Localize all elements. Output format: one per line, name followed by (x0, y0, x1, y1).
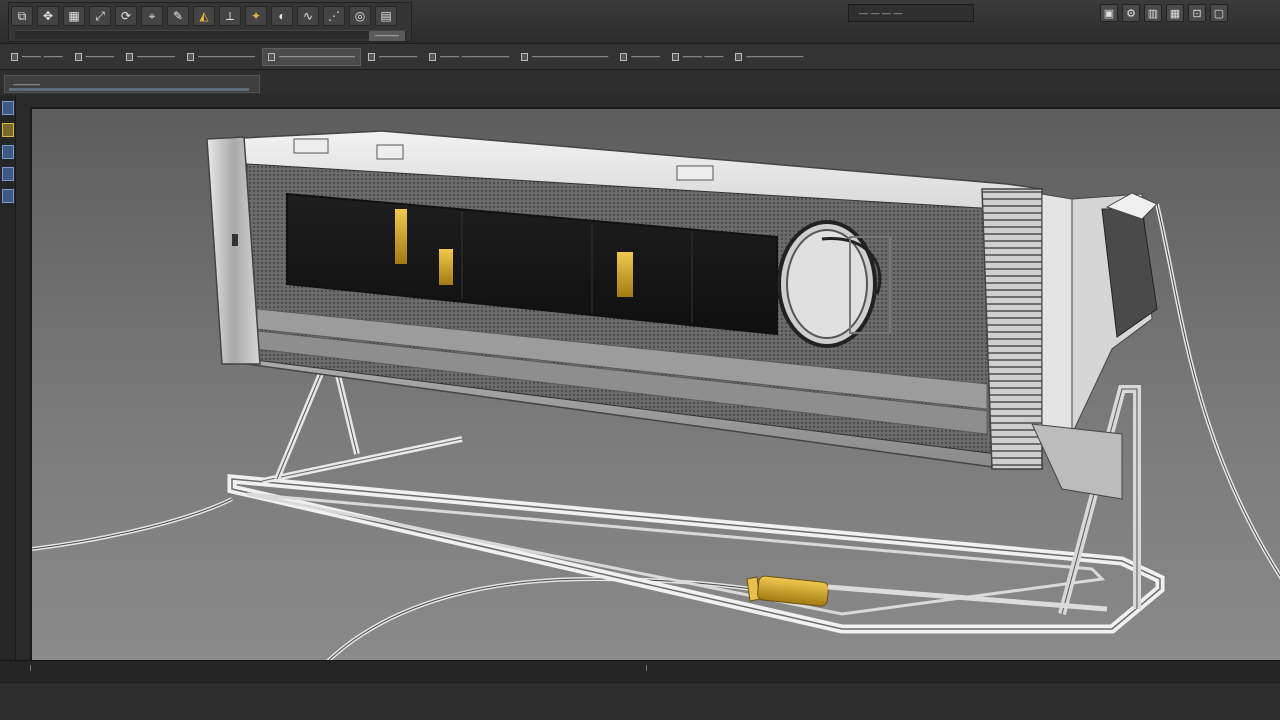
menu-item-label: ———————— (532, 51, 609, 62)
menu-item-icon (620, 52, 628, 61)
menu-item-2[interactable]: ———— (121, 48, 180, 66)
menu-item-icon (671, 52, 679, 61)
layers-icon[interactable]: ▥ (1144, 4, 1162, 22)
timeline-tick (30, 665, 31, 671)
menu-item-icon (74, 52, 82, 61)
menu-item-6[interactable]: —— ————— (424, 48, 514, 66)
status-bar (0, 682, 1280, 720)
3d-viewport[interactable] (18, 95, 1280, 662)
menu-item-label: ——— (85, 51, 115, 62)
timeline-tick (646, 665, 647, 671)
main-toolbar: ⧉ ✥ ▦ ⤢ ⟳ ⌖ ✎ ◭ ⟂ ✦ ◐ ∿ ⋰ ◎ ▤ ——— — — — — ▣ ⚙ ▥ ▦ ⊡ ▢ (0, 0, 1280, 44)
menu-item-label: ———————— (279, 51, 356, 62)
snap-icon[interactable]: ⌖ (141, 6, 163, 26)
menu-item-7[interactable]: ———————— (516, 48, 613, 66)
measure-icon[interactable]: ⟂ (219, 6, 241, 26)
menu-item-9[interactable]: —— —— (667, 48, 729, 66)
menu-item-label: —— ————— (440, 51, 510, 62)
render-icon[interactable]: ◎ (349, 6, 371, 26)
rotate-icon[interactable]: ⟳ (115, 6, 137, 26)
properties-icon[interactable] (2, 145, 14, 159)
tool-row: ⧉ ✥ ▦ ⤢ ⟳ ⌖ ✎ ◭ ⟂ ✦ ◐ ∿ ⋰ ◎ ▤ (9, 5, 399, 27)
menu-item-5[interactable]: ———— (363, 48, 422, 66)
material-icon[interactable] (2, 123, 14, 137)
viewport-header: ——— (0, 71, 1280, 95)
heating-element-2 (439, 249, 453, 285)
pen-icon[interactable]: ✎ (167, 6, 189, 26)
model-render[interactable] (32, 109, 1280, 662)
scale-icon[interactable]: ⤢ (89, 6, 111, 26)
menu-item-1[interactable]: ——— (70, 48, 120, 66)
heating-element-1 (395, 209, 407, 264)
menu-item-label: —————— (746, 51, 804, 62)
snap-toggle-icon[interactable]: ⊡ (1188, 4, 1206, 22)
menu-strip: —— —— ——— ———— —————— ———————— ———— —— ————— ——… (0, 44, 1280, 70)
tool-preset-chip[interactable]: ——— (369, 31, 405, 41)
menu-item-icon (11, 52, 18, 61)
layout-icon[interactable]: ▣ (1100, 4, 1118, 22)
right-button-group: ▣ ⚙ ▥ ▦ ⊡ ▢ (1100, 4, 1228, 22)
sweep-icon[interactable]: ⋰ (323, 6, 345, 26)
menu-item-icon (126, 52, 134, 61)
menu-item-label: ——— (631, 51, 660, 62)
menu-item-icon (268, 52, 276, 61)
viewport-tab[interactable]: ——— (4, 75, 260, 93)
menu-item-label: ———— (137, 51, 176, 62)
layers-panel-icon[interactable] (2, 167, 14, 181)
viewport-tab-progress (9, 88, 249, 91)
tool-options-bar (15, 30, 407, 39)
menu-item-label: —— —— (22, 51, 63, 62)
left-dock (0, 95, 16, 660)
menu-item-icon (735, 52, 743, 61)
viewport-canvas[interactable] (30, 107, 1280, 662)
outliner-icon[interactable] (2, 101, 14, 115)
menu-item-label: —————— (198, 51, 256, 62)
settings-icon[interactable]: ⚙ (1122, 4, 1140, 22)
menu-item-8[interactable]: ——— (615, 48, 665, 66)
menu-item-label: —— —— (682, 51, 724, 62)
menu-item-icon (521, 52, 529, 61)
grid-icon[interactable]: ▦ (63, 6, 85, 26)
menu-item-label: ———— (379, 51, 418, 62)
panel-icon[interactable]: ▤ (375, 6, 397, 26)
menu-item-icon (429, 52, 437, 61)
curve-icon[interactable]: ∿ (297, 6, 319, 26)
tool-palette: ⧉ ✥ ▦ ⤢ ⟳ ⌖ ✎ ◭ ⟂ ✦ ◐ ∿ ⋰ ◎ ▤ ——— (8, 2, 412, 42)
light-icon[interactable]: ✦ (245, 6, 267, 26)
menu-item-0[interactable]: —— —— (6, 48, 68, 66)
menu-item-4[interactable]: ———————— (262, 47, 362, 66)
menu-item-icon (368, 52, 376, 61)
modifier-icon[interactable] (2, 189, 14, 203)
select-icon[interactable]: ⧉ (11, 6, 33, 26)
menu-item-3[interactable]: —————— (182, 48, 260, 66)
display-icon[interactable]: ▢ (1210, 4, 1228, 22)
menu-item-10[interactable]: —————— (730, 48, 808, 66)
status-readout: — — — — (848, 4, 974, 22)
camera-icon[interactable]: ◐ (271, 6, 293, 26)
timeline-bar[interactable] (0, 660, 1280, 682)
view-icon[interactable]: ▦ (1166, 4, 1184, 22)
mirror-icon[interactable]: ◭ (193, 6, 215, 26)
menu-item-icon (187, 52, 195, 61)
right-toolbar: — — — — ▣ ⚙ ▥ ▦ ⊡ ▢ (848, 2, 1278, 24)
heating-element-3 (617, 252, 633, 297)
move-icon[interactable]: ✥ (37, 6, 59, 26)
